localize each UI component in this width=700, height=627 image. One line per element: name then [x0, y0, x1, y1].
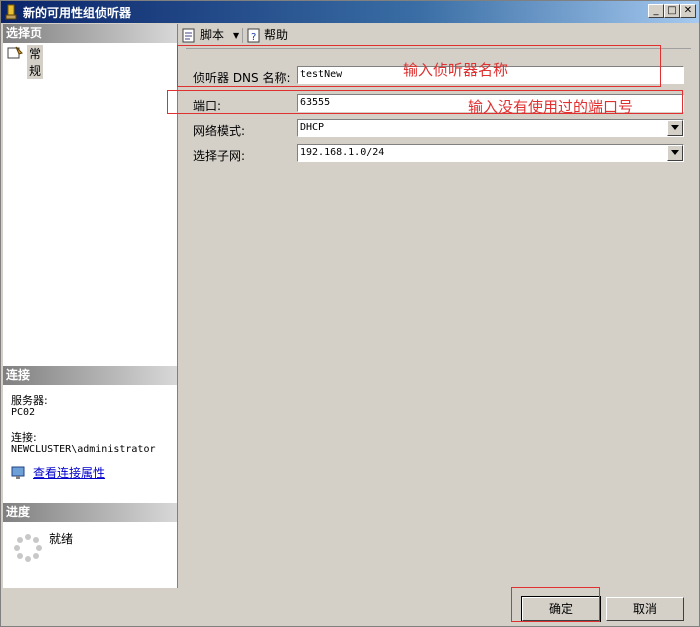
server-value: PC02 [11, 407, 36, 418]
script-label: 脚本 [200, 28, 225, 42]
subnet-dropdown-button[interactable] [667, 145, 683, 161]
chevron-down-icon [671, 150, 679, 155]
minimize-button[interactable]: _ [648, 4, 664, 18]
network-mode-dropdown-button[interactable] [667, 120, 683, 136]
server-label: 服务器: [11, 394, 48, 407]
network-mode-label: 网络模式: [193, 124, 246, 138]
dialog-window: 新的可用性组侦听器 _ □ ✕ 选择页 常规 连接 服务器: PC02 连接: … [0, 0, 700, 627]
subnet-value: 192.168.1.0/24 [300, 147, 385, 158]
chevron-down-icon [671, 125, 679, 130]
connection-label: 连接: [11, 431, 37, 444]
cancel-button[interactable]: 取消 [606, 597, 684, 621]
listener-icon [5, 4, 17, 20]
progress-header: 进度 [3, 503, 177, 522]
connection-header: 连接 [3, 366, 177, 385]
select-page-header: 选择页 [3, 24, 177, 43]
help-icon: ? [247, 28, 260, 43]
dns-annotation-text: 输入侦听器名称 [403, 61, 509, 79]
left-panel: 选择页 常规 连接 服务器: PC02 连接: NEWCLUSTER\admin… [3, 24, 178, 588]
toolbar: 脚本 ▼ ? 帮助 [178, 24, 699, 47]
connection-properties-icon [11, 466, 25, 479]
ok-annotation-box [511, 587, 600, 622]
maximize-button[interactable]: □ [664, 4, 680, 18]
connection-value: NEWCLUSTER\administrator [11, 444, 156, 455]
subnet-label: 选择子网: [193, 149, 246, 163]
toolbar-divider [242, 28, 243, 43]
port-annotation-text: 输入没有使用过的端口号 [468, 98, 634, 116]
subnet-select[interactable]: 192.168.1.0/24 [297, 144, 684, 162]
chevron-down-icon: ▼ [233, 31, 240, 40]
page-icon [7, 46, 23, 59]
network-mode-select[interactable]: DHCP [297, 119, 684, 137]
close-button[interactable]: ✕ [680, 4, 696, 18]
window-title: 新的可用性组侦听器 [23, 6, 132, 20]
network-mode-value: DHCP [300, 122, 325, 133]
progress-status: 就绪 [49, 532, 74, 546]
script-icon [182, 28, 195, 43]
page-item-label: 常规 [27, 45, 44, 79]
progress-spinner-icon [14, 534, 42, 562]
help-label: 帮助 [264, 28, 289, 42]
title-bar[interactable]: 新的可用性组侦听器 _ □ ✕ [1, 1, 699, 23]
svg-text:?: ? [251, 32, 256, 43]
view-connection-properties-link[interactable]: 查看连接属性 [33, 467, 105, 479]
